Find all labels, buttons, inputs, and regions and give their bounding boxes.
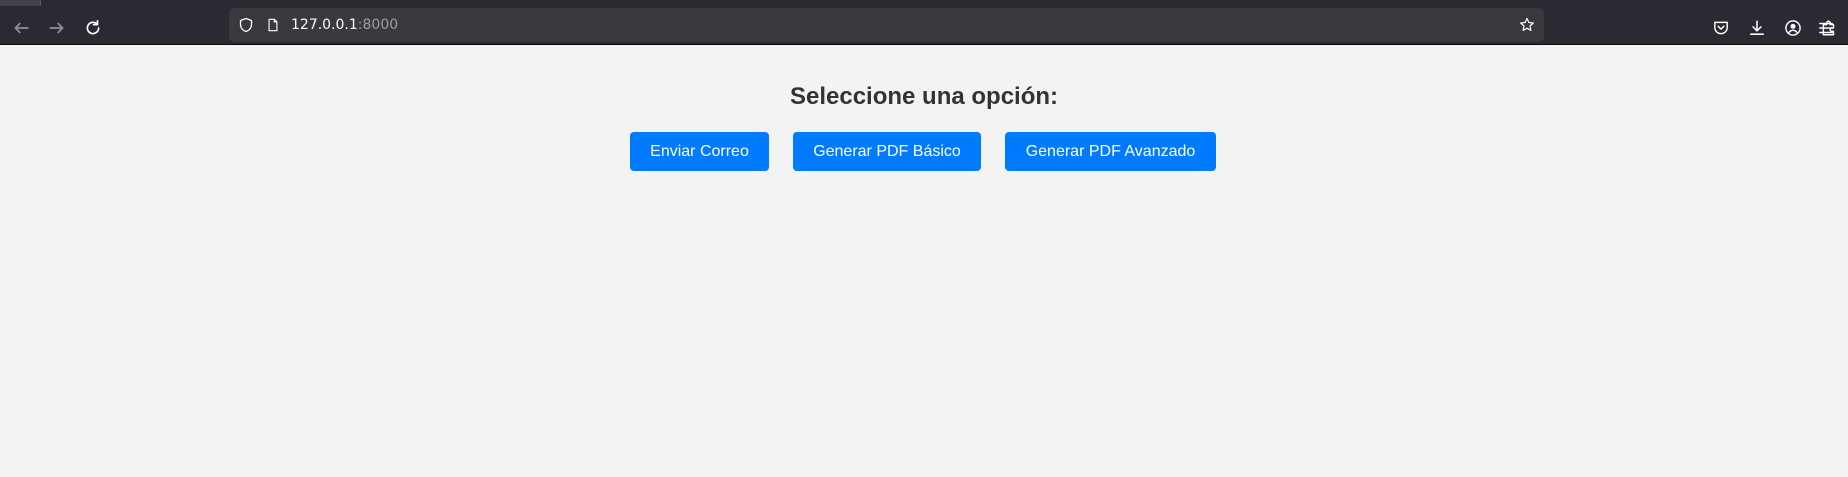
reload-button[interactable] (78, 13, 108, 43)
options-button-row: Enviar Correo Generar PDF Básico Generar… (0, 132, 1848, 171)
reload-icon (86, 19, 100, 35)
forward-button[interactable] (42, 13, 72, 43)
arrow-left-icon (14, 22, 29, 34)
account-icon[interactable] (1778, 13, 1808, 43)
download-icon[interactable] (1742, 13, 1772, 43)
url-host: 127.0.0.1 (291, 17, 358, 33)
url-port: :8000 (357, 17, 399, 33)
pocket-icon[interactable] (1706, 13, 1736, 43)
back-button[interactable] (6, 13, 36, 43)
url-text[interactable]: 127.0.0.1:8000 (291, 16, 398, 34)
page-content: Seleccione una opción: Enviar Correo Gen… (0, 45, 1848, 477)
browser-toolbar: 127.0.0.1:8000 (0, 6, 1848, 45)
send-email-button[interactable]: Enviar Correo (630, 132, 769, 171)
address-bar[interactable]: 127.0.0.1:8000 (229, 8, 1544, 42)
hamburger-menu-icon (1819, 22, 1833, 34)
shield-icon[interactable] (237, 16, 255, 34)
menu-button[interactable] (1811, 13, 1841, 43)
page-title: Seleccione una opción: (789, 83, 1059, 110)
page-icon[interactable] (264, 16, 282, 34)
generate-advanced-pdf-button[interactable]: Generar PDF Avanzado (1005, 132, 1216, 171)
arrow-right-icon (49, 22, 64, 34)
star-icon[interactable] (1518, 16, 1536, 34)
generate-basic-pdf-button[interactable]: Generar PDF Básico (793, 132, 981, 171)
